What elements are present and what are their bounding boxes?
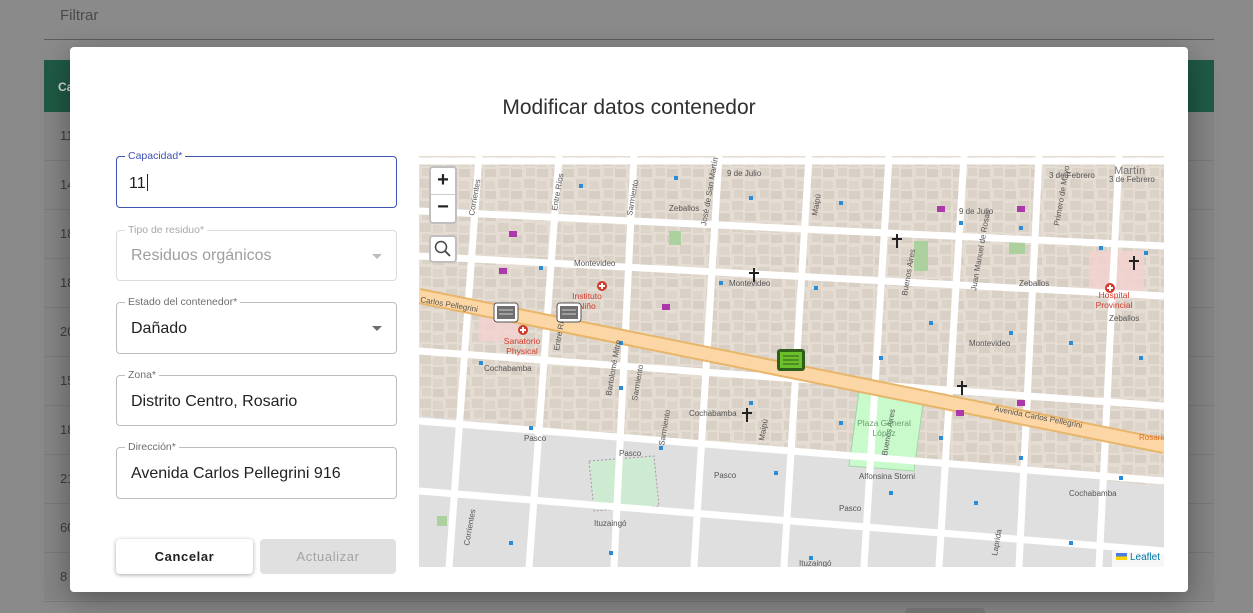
zoom-in-button[interactable]: +: [431, 168, 455, 195]
filter-label: Filtrar: [60, 7, 99, 24]
map-label: Cochabamba: [484, 364, 532, 373]
map-attribution[interactable]: Leaflet: [1111, 551, 1164, 567]
container-marker-selected[interactable]: [777, 349, 805, 371]
dialog-title: Modificar datos contenedor: [502, 96, 756, 119]
map-label: Montevideo: [969, 339, 1011, 348]
map-label: Martín: [1114, 165, 1145, 177]
map-label: Ituzaingó: [799, 559, 832, 567]
container-status-select[interactable]: Estado del contenedor* Dañado: [116, 296, 397, 354]
container-marker-gray[interactable]: [493, 302, 519, 323]
map-label: Zeballos: [1019, 279, 1049, 288]
map-label: Rosario: [1139, 433, 1164, 442]
waste-type-select: Tipo de residuo* Residuos orgánicos: [116, 224, 397, 281]
map-label: Ituzaingó: [594, 519, 627, 528]
capacity-field[interactable]: Capacidad* 11: [116, 150, 397, 208]
map-label: Zeballos: [1109, 314, 1139, 323]
waste-type-label: Tipo de residuo*: [125, 224, 208, 236]
capacity-label: Capacidad*: [125, 150, 186, 162]
background-button: [905, 608, 985, 613]
container-status-value: Dañado: [131, 320, 188, 337]
table-cell: 8: [60, 569, 68, 584]
map-label: Cochabamba: [1069, 489, 1117, 498]
update-button: Actualizar: [260, 539, 396, 574]
map-label: Zeballos: [669, 204, 699, 213]
map-label: Pasco: [714, 471, 737, 480]
map-label: Pasco: [524, 434, 547, 443]
zone-value: Distrito Centro, Rosario: [131, 393, 298, 410]
chevron-down-icon: [372, 253, 382, 259]
zone-field[interactable]: Zona* Distrito Centro, Rosario: [116, 369, 397, 426]
edit-container-dialog: Modificar datos contenedor Capacidad* 11…: [70, 47, 1188, 592]
map-label: Physical: [506, 346, 538, 356]
map-label: 3 de Febrero: [1049, 171, 1095, 180]
zoom-out-button[interactable]: −: [431, 195, 455, 222]
map-label: Pasco: [839, 504, 862, 513]
zoom-control: + −: [429, 166, 457, 224]
address-field[interactable]: Dirección* Avenida Carlos Pellegrini 916: [116, 441, 397, 499]
map-tiles[interactable]: Carlos Pellegrini Avenida Carlos Pellegr…: [419, 156, 1164, 567]
map-view[interactable]: Carlos Pellegrini Avenida Carlos Pellegr…: [419, 156, 1164, 567]
map-label: Cochabamba: [689, 409, 737, 418]
cancel-button[interactable]: Cancelar: [116, 539, 253, 574]
map-label: Plaza General: [857, 418, 911, 428]
capacity-value: 11: [129, 174, 148, 193]
waste-type-value: Residuos orgánicos: [131, 247, 272, 264]
container-marker-gray[interactable]: [556, 302, 582, 323]
map-label: Alfonsina Storni: [859, 472, 915, 481]
map-label: Sanatorio: [504, 336, 541, 346]
capacity-value-text: 11: [129, 175, 146, 192]
attribution-link[interactable]: Leaflet: [1130, 552, 1160, 563]
flag-icon: [1115, 553, 1127, 560]
map-label: Pasco: [619, 449, 642, 458]
search-icon: [434, 240, 451, 257]
zone-label: Zona*: [125, 369, 160, 381]
map-label: Instituto: [572, 291, 602, 301]
map-search-button[interactable]: [429, 235, 457, 263]
map-label: Hospital: [1099, 290, 1130, 300]
map-label: López: [872, 428, 895, 438]
map-label: Montevideo: [729, 279, 771, 288]
address-value: Avenida Carlos Pellegrini 916: [131, 465, 341, 482]
text-cursor: [146, 174, 148, 191]
container-status-label: Estado del contenedor*: [125, 296, 241, 308]
map-label: 9 de Julio: [727, 169, 762, 178]
filter-field[interactable]: Filtrar: [44, 0, 1214, 40]
address-label: Dirección*: [125, 441, 179, 453]
chevron-down-icon: [372, 326, 382, 331]
map-label: Provincial: [1096, 300, 1133, 310]
map-label: Montevideo: [574, 259, 616, 268]
